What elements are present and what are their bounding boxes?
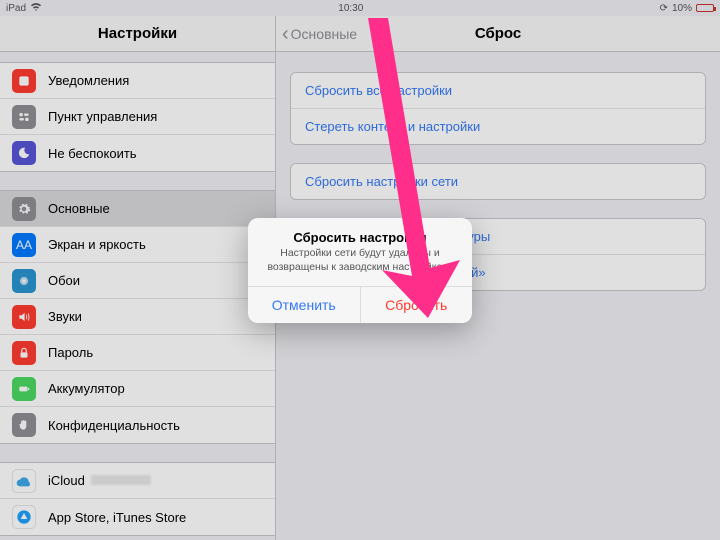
dialog-title: Сбросить настройки [248, 218, 472, 247]
cancel-button[interactable]: Отменить [248, 287, 361, 323]
dialog-body: Настройки сети будут удалены и возвращен… [248, 247, 472, 286]
confirm-dialog: Сбросить настройки Настройки сети будут … [248, 218, 472, 323]
confirm-button[interactable]: Сбросить [361, 287, 473, 323]
